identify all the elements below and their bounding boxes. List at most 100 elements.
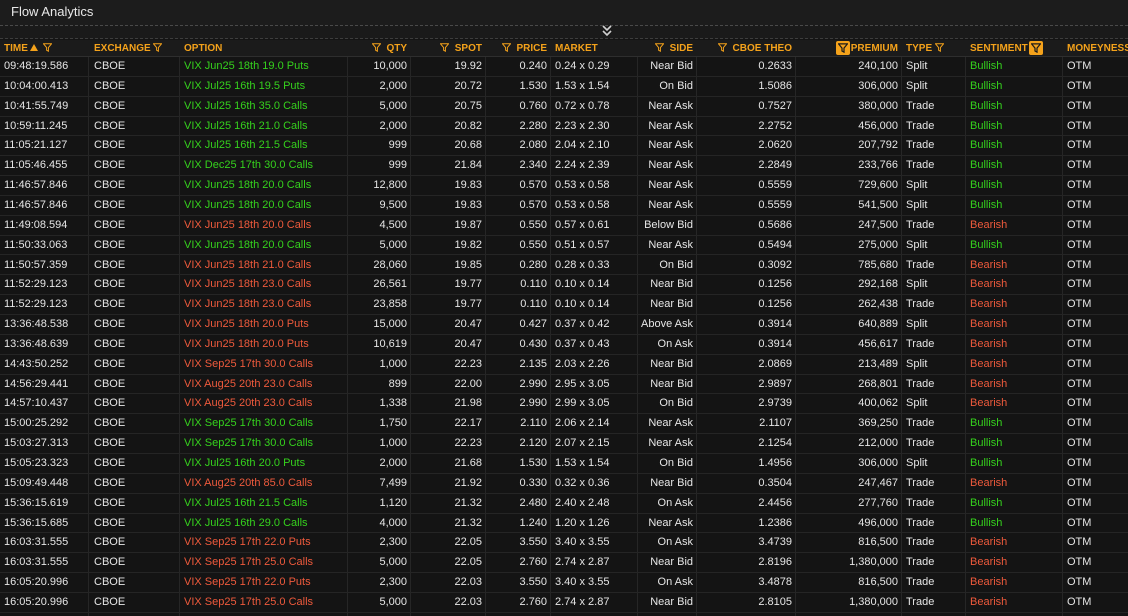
table-row[interactable]: 11:50:57.359 CBOE VIX Jun25 18th 21.0 Call…: [0, 256, 1128, 276]
cell-market: 2.74 x 2.87: [555, 556, 610, 569]
cell-side: On Ask: [657, 337, 693, 350]
table-row[interactable]: 15:05:23.323 CBOE VIX Jul25 16th 20.0 Puts…: [0, 454, 1128, 474]
cell-side: On Bid: [659, 457, 693, 469]
cell-sentiment: Bullish: [970, 457, 1003, 469]
column-header-moneyness[interactable]: MONEYNESS: [1063, 40, 1128, 57]
table-row[interactable]: 11:46:57.846 CBOE VIX Jun25 18th 20.0 Call…: [0, 176, 1128, 196]
cell-qty: 5,000: [379, 99, 407, 112]
table-row[interactable]: 13:36:48.639 CBOE VIX Jun25 18th 20.0 Puts…: [0, 335, 1128, 355]
cell-price: 2.280: [519, 119, 547, 132]
cell-time: 11:49:08.594: [4, 218, 68, 231]
cell-type: Split: [906, 397, 928, 410]
collapse-bar[interactable]: [0, 24, 1128, 39]
table-row[interactable]: 14:56:29.441 CBOE VIX Aug25 20th 23.0 Call…: [0, 375, 1128, 395]
table-row[interactable]: 11:05:21.127 CBOE VIX Jul25 16th 21.5 Call…: [0, 136, 1128, 157]
filter-icon[interactable]: [439, 41, 450, 53]
filter-icon[interactable]: [42, 41, 53, 53]
table-row[interactable]: 11:52:29.123 CBOE VIX Jun25 18th 23.0 Call…: [0, 295, 1128, 316]
table-row[interactable]: 11:46:57.846 CBOE VIX Jun25 18th 20.0 Call…: [0, 196, 1128, 216]
cell-type: Split: [906, 457, 928, 469]
column-header-price[interactable]: PRICE: [486, 40, 551, 57]
column-header-side[interactable]: SIDE: [638, 40, 697, 57]
table-row[interactable]: 15:03:27.313 CBOE VIX Sep25 17th 30.0 Call…: [0, 434, 1128, 454]
cell-spot: 20.68: [454, 139, 482, 152]
table-row[interactable]: 16:03:31.555 CBOE VIX Sep25 17th 25.0 Call…: [0, 553, 1128, 574]
table-row[interactable]: 11:49:08.594 CBOE VIX Jun25 18th 20.0 Call…: [0, 216, 1128, 236]
table-row[interactable]: 13:36:48.538 CBOE VIX Jun25 18th 20.0 Puts…: [0, 315, 1128, 335]
cell-exchange: CBOE: [94, 99, 126, 112]
table-row[interactable]: 11:50:33.063 CBOE VIX Jun25 18th 20.0 Call…: [0, 236, 1128, 256]
table-row[interactable]: 11:05:46.455 CBOE VIX Dec25 17th 30.0 Call…: [0, 156, 1128, 177]
table-row[interactable]: 16:05:20.996 CBOE VIX Sep25 17th 22.0 Puts…: [0, 573, 1128, 593]
table-row[interactable]: 15:36:15.619 CBOE VIX Jul25 16th 21.5 Call…: [0, 494, 1128, 514]
cell-exchange: CBOE: [94, 278, 126, 291]
cell-sentiment: Bullish: [970, 159, 1003, 172]
cell-price: 0.280: [519, 258, 547, 271]
cell-moneyness: OTM: [1067, 496, 1092, 509]
filter-active-icon[interactable]: [836, 41, 850, 55]
filter-icon[interactable]: [152, 41, 164, 53]
column-header-premium[interactable]: PREMIUM: [796, 40, 902, 57]
cell-time: 16:03:31.555: [4, 536, 69, 549]
column-header-spot[interactable]: SPOT: [411, 40, 486, 57]
cell-market: 0.32 x 0.36: [555, 476, 610, 489]
cell-market: 2.07 x 2.15: [555, 437, 610, 450]
cell-type: Trade: [906, 536, 935, 549]
column-header-label: TIME: [4, 43, 28, 54]
double-chevron-down-icon[interactable]: [601, 24, 613, 38]
table-row[interactable]: 09:48:19.586 CBOE VIX Jun25 18th 19.0 Puts…: [0, 57, 1128, 77]
cell-market: 2.74 x 2.87: [555, 595, 610, 608]
filter-active-icon[interactable]: [1029, 41, 1043, 55]
filter-icon[interactable]: [717, 41, 728, 53]
column-header-cboe-theo[interactable]: CBOE THEO: [697, 40, 796, 57]
table-row[interactable]: 10:59:11.245 CBOE VIX Jul25 16th 21.0 Call…: [0, 117, 1128, 137]
filter-icon[interactable]: [371, 41, 382, 53]
column-header-time[interactable]: TIME: [0, 40, 89, 57]
cell-time: 16:03:31.555: [4, 556, 69, 569]
cell-side: Near Bid: [650, 278, 693, 291]
column-header-exchange[interactable]: EXCHANGE: [89, 40, 180, 57]
cell-spot: 19.83: [454, 198, 482, 211]
cell-qty: 1,000: [379, 437, 407, 450]
table-row[interactable]: 10:04:00.413 CBOE VIX Jul25 16th 19.5 Puts…: [0, 77, 1128, 97]
column-header-qty[interactable]: QTY: [348, 40, 411, 57]
column-header-sentiment[interactable]: SENTIMENT: [966, 40, 1063, 57]
cell-moneyness: OTM: [1067, 60, 1092, 72]
sort-ascending-icon[interactable]: [29, 44, 38, 51]
cell-type: Split: [906, 278, 928, 291]
table-row[interactable]: 15:36:15.685 CBOE VIX Jul25 16th 29.0 Call…: [0, 514, 1128, 534]
table-row[interactable]: 11:52:29.123 CBOE VIX Jun25 18th 23.0 Call…: [0, 275, 1128, 296]
cell-spot: 21.32: [454, 516, 482, 529]
table-row[interactable]: 16:05:20.996 CBOE VIX Sep25 17th 25.0 Call…: [0, 593, 1128, 613]
column-header-label: CBOE THEO: [732, 43, 792, 54]
cell-type: Trade: [906, 476, 935, 489]
cell-qty: 1,750: [379, 417, 407, 430]
filter-icon[interactable]: [654, 41, 665, 53]
table-row[interactable]: 14:57:10.437 CBOE VIX Aug25 20th 23.0 Call…: [0, 394, 1128, 415]
cell-type: Trade: [906, 258, 935, 271]
cell-cboe-theo: 3.4739: [758, 536, 792, 549]
cell-market: 0.72 x 0.78: [555, 99, 610, 112]
filter-icon[interactable]: [501, 41, 512, 53]
table-row[interactable]: 15:09:49.448 CBOE VIX Aug25 20th 85.0 Call…: [0, 474, 1128, 494]
cell-market: 0.10 x 0.14: [555, 298, 610, 311]
column-header-type[interactable]: TYPE: [902, 40, 966, 57]
column-header-option[interactable]: OPTION: [180, 40, 348, 57]
cell-cboe-theo: 0.5559: [758, 179, 792, 192]
filter-icon[interactable]: [934, 41, 945, 53]
cell-qty: 12,800: [373, 179, 407, 192]
table-row[interactable]: 10:41:55.749 CBOE VIX Jul25 16th 35.0 Call…: [0, 97, 1128, 117]
column-header-market[interactable]: MARKET: [551, 40, 638, 57]
table-row[interactable]: 15:00:25.292 CBOE VIX Sep25 17th 30.0 Call…: [0, 414, 1128, 435]
cell-exchange: CBOE: [94, 397, 126, 410]
column-header-label: EXCHANGE: [94, 43, 151, 54]
cell-exchange: CBOE: [94, 457, 126, 469]
cell-qty: 1,000: [379, 357, 407, 370]
cell-type: Trade: [906, 595, 935, 608]
table-row[interactable]: 14:43:50.252 CBOE VIX Sep25 17th 30.0 Call…: [0, 355, 1128, 375]
cell-option: VIX Jun25 18th 20.0 Calls: [184, 198, 312, 211]
cell-qty: 28,060: [373, 258, 407, 271]
cell-qty: 4,500: [379, 218, 407, 231]
cell-type: Split: [906, 198, 928, 211]
table-row[interactable]: 16:03:31.555 CBOE VIX Sep25 17th 22.0 Puts…: [0, 533, 1128, 554]
